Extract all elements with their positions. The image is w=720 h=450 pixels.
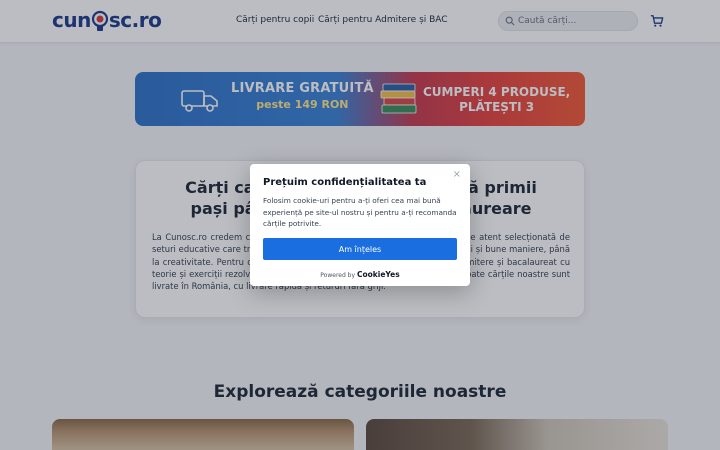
powered-by: Powered by CookieYes [250, 270, 470, 279]
cookie-consent-dialog: × Prețuim confidențialitatea ta Folosim … [250, 164, 470, 286]
cookie-text: Folosim cookie-uri pentru a-ți oferi cea… [263, 196, 457, 228]
close-icon[interactable]: × [453, 169, 461, 180]
cookie-title: Prețuim confidențialitatea ta [263, 177, 427, 188]
powered-by-prefix: Powered by [320, 272, 356, 279]
cookieyes-logo: CookieYes [356, 270, 400, 279]
accept-cookies-button[interactable]: Am înțeles [263, 238, 457, 260]
